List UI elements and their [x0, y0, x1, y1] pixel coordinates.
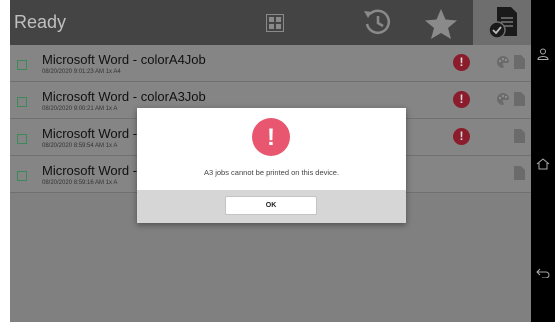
job-checkbox[interactable] [17, 134, 27, 144]
ok-button[interactable]: OK [225, 196, 317, 215]
job-meta: 08/20/2020 8:59:54 AM 1x A [42, 143, 118, 149]
dialog-message: A3 jobs cannot be printed on this device… [203, 168, 340, 177]
job-checkbox[interactable] [17, 171, 27, 181]
document-icon [514, 55, 525, 69]
alert-icon: ! [453, 91, 470, 108]
exclamation-icon: ! [252, 118, 290, 156]
job-checkbox[interactable] [17, 97, 27, 107]
grid-icon[interactable] [266, 14, 284, 32]
job-meta: 08/20/2020 8:59:16 AM 1x A [42, 180, 118, 186]
job-meta: 08/20/2020 9:00:21 AM 1x A [42, 106, 118, 112]
tab-jobs-selected[interactable] [473, 0, 531, 45]
document-icon [514, 92, 525, 106]
job-name: Microsoft Word - [42, 163, 138, 178]
back-icon[interactable] [536, 268, 550, 278]
color-palette-icon [497, 92, 509, 105]
job-name: Microsoft Word - [42, 126, 138, 141]
document-check-icon [488, 7, 517, 39]
home-icon[interactable] [536, 158, 550, 170]
alert-icon: ! [453, 54, 470, 71]
job-row[interactable]: Microsoft Word - colorA4Job 08/20/2020 9… [10, 45, 531, 82]
job-name: Microsoft Word - colorA4Job [42, 52, 206, 67]
star-icon[interactable] [424, 8, 458, 40]
system-nav-bar [531, 0, 555, 322]
document-icon [514, 166, 525, 180]
alert-icon: ! [453, 128, 470, 145]
user-icon[interactable] [537, 48, 549, 60]
job-checkbox[interactable] [17, 60, 27, 70]
top-bar: Ready [10, 0, 531, 45]
error-dialog: ! A3 jobs cannot be printed on this devi… [137, 108, 406, 223]
print-app-screen: Ready Microsoft Word - colorA4Job 08/20/… [10, 0, 531, 322]
color-palette-icon [497, 55, 509, 68]
history-icon[interactable] [362, 8, 392, 36]
job-meta: 08/20/2020 9:01:23 AM 1x A4 [42, 69, 121, 75]
dialog-footer: OK [137, 190, 406, 223]
status-title: Ready [14, 12, 67, 32]
document-icon [514, 129, 525, 143]
job-name: Microsoft Word - colorA3Job [42, 89, 206, 104]
